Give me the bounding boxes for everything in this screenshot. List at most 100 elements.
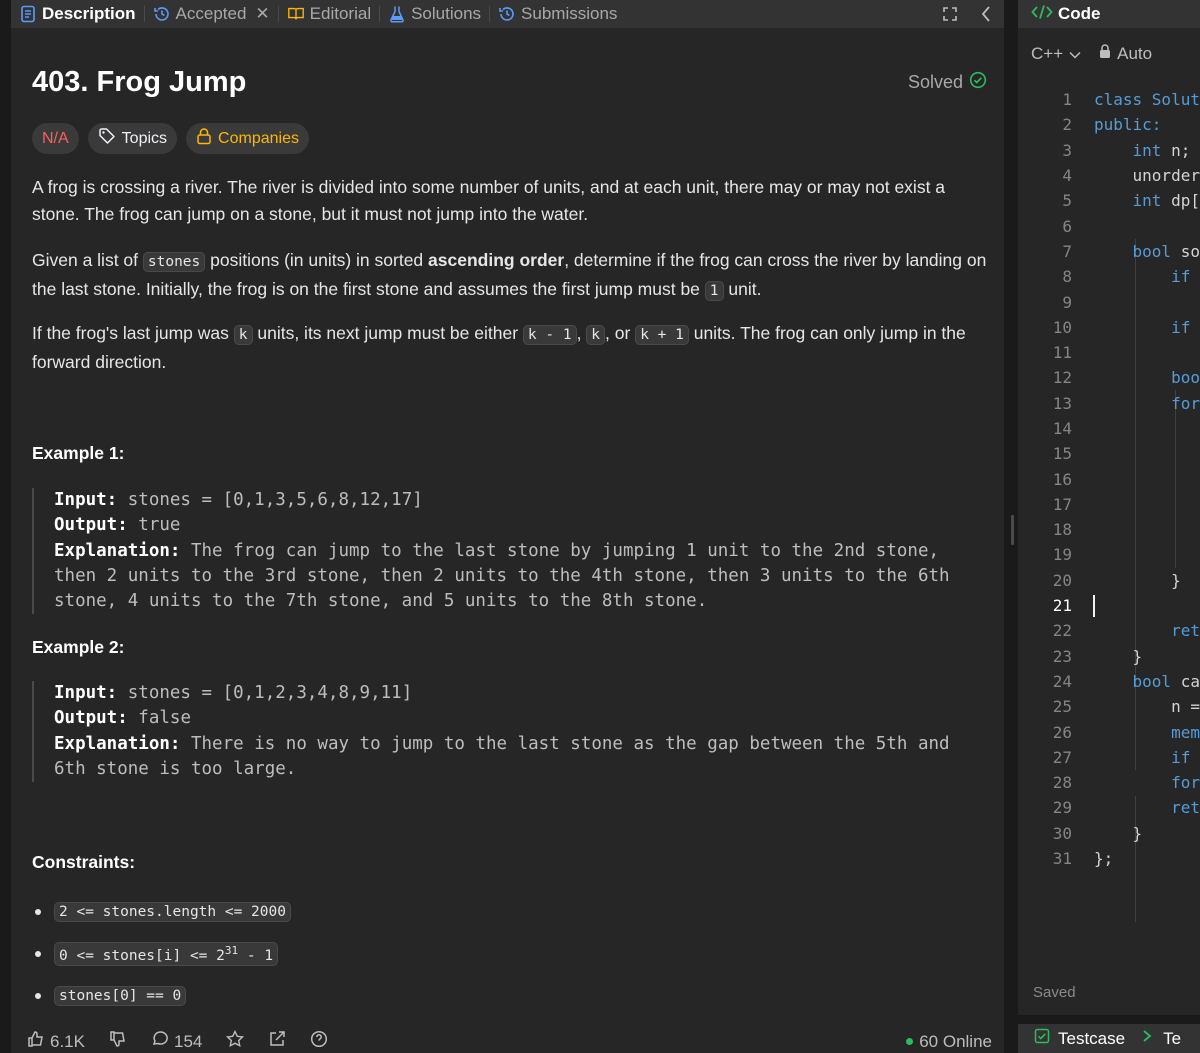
code-text: int dp[ [1132, 191, 1200, 211]
code-line[interactable]: 8 if [1018, 264, 1200, 289]
explanation-text: 6th stone is too large. [54, 758, 297, 779]
code-icon [1031, 4, 1053, 25]
like-button[interactable]: 6.1K [27, 1030, 85, 1053]
companies-chip[interactable]: Companies [186, 123, 309, 154]
inline-code: stones [142, 252, 206, 272]
line-number: 8 [1062, 267, 1072, 287]
auto-mode[interactable]: Auto [1099, 44, 1152, 64]
code-line[interactable]: 2 public: [1018, 112, 1200, 137]
companies-label: Companies [218, 129, 299, 147]
tab-accepted[interactable]: Accepted ✕ [145, 0, 278, 28]
code-line[interactable]: 14 [1018, 416, 1200, 441]
code-line[interactable]: 11 [1018, 340, 1200, 365]
code-line[interactable]: 29 ret [1018, 795, 1200, 820]
code-line[interactable]: 5 int dp[ [1018, 188, 1200, 213]
code-line[interactable]: 1 class Solut [1018, 87, 1200, 112]
tab-solutions[interactable]: Solutions [380, 0, 489, 28]
code-line[interactable]: 27 if [1018, 745, 1200, 770]
tab-bar: Description Accepted ✕ Editorial Solutio… [11, 0, 1004, 28]
code-text: } [1094, 646, 1143, 666]
difficulty-badge: N/A [32, 123, 79, 154]
code-line[interactable]: 24 bool ca [1018, 669, 1200, 694]
code-line[interactable]: 16 [1018, 466, 1200, 491]
test-result-tab[interactable]: Te [1163, 1029, 1181, 1049]
code-text: if [1171, 747, 1191, 767]
line-number: 12 [1052, 368, 1072, 388]
output-value: false [127, 708, 191, 729]
star-icon[interactable] [226, 1029, 245, 1053]
line-number: 4 [1062, 166, 1072, 186]
panel-resize-handle[interactable] [1011, 515, 1014, 545]
maximize-icon[interactable] [942, 6, 958, 22]
line-number: 16 [1052, 469, 1072, 489]
description-paragraph-1: A frog is crossing a river. The river is… [32, 177, 946, 224]
code-text: } [1094, 570, 1181, 590]
book-icon [287, 5, 305, 23]
code-panel-header: Code [1018, 0, 1200, 28]
code-line[interactable]: 3 int n; [1018, 138, 1200, 163]
line-number: 10 [1052, 317, 1072, 337]
tag-icon [98, 127, 116, 150]
code-line[interactable]: 30 } [1018, 821, 1200, 846]
code-line[interactable]: 28 for [1018, 770, 1200, 795]
input-label: Input: [54, 490, 118, 510]
testcase-tab[interactable]: Testcase [1058, 1029, 1125, 1049]
online-indicator: 60 Online [906, 1032, 1004, 1052]
language-select[interactable]: C++ [1031, 44, 1081, 64]
help-icon[interactable] [310, 1030, 328, 1053]
tab-submissions[interactable]: Submissions [490, 0, 625, 28]
code-text: unorder [1094, 166, 1200, 186]
line-number: 31 [1052, 849, 1072, 869]
input-label: Input: [54, 683, 118, 703]
problem-chips: N/A Topics Companies [32, 123, 309, 154]
code-editor[interactable]: 1 class Solut 2 public: 3 int n; 4 unorder 5 i… [1018, 87, 1200, 922]
close-icon[interactable]: ✕ [255, 4, 269, 24]
line-number: 28 [1052, 773, 1072, 793]
code-line[interactable]: 6 [1018, 213, 1200, 238]
tab-description[interactable]: Description [11, 0, 144, 28]
text: Given a list of [32, 250, 143, 270]
example-explanation-line: Explanation: There is no way to jump to … [54, 732, 987, 757]
code-line[interactable]: 26 mem [1018, 719, 1200, 744]
topics-chip[interactable]: Topics [87, 123, 178, 154]
thumbs-down-icon[interactable] [109, 1030, 127, 1053]
line-number: 5 [1062, 191, 1072, 211]
text: , or [605, 323, 636, 343]
tab-editorial[interactable]: Editorial [279, 0, 379, 28]
line-number: 30 [1052, 823, 1072, 843]
terminal-icon [1141, 1028, 1155, 1049]
output-label: Output: [54, 708, 128, 729]
comment-icon [151, 1030, 169, 1053]
code-line[interactable]: 15 [1018, 441, 1200, 466]
code-text: ret [1171, 621, 1200, 641]
code-line[interactable]: 18 [1018, 517, 1200, 542]
explanation-label: Explanation: [54, 733, 181, 754]
code-text: class Solut [1094, 90, 1200, 110]
code-line[interactable]: 21 [1018, 593, 1200, 618]
constraint-item: 0 <= stones[i] <= 231 - 1 [32, 933, 291, 975]
collapse-left-icon[interactable] [980, 5, 992, 23]
line-number: 26 [1052, 722, 1072, 742]
code-line[interactable]: 4 unorder [1018, 163, 1200, 188]
problem-title[interactable]: 403. Frog Jump [32, 66, 246, 99]
share-icon[interactable] [268, 1030, 286, 1053]
line-number: 24 [1052, 671, 1072, 691]
text-cursor [1093, 594, 1095, 617]
code-line[interactable]: 31}; [1018, 846, 1200, 871]
code-line[interactable]: 12 boo [1018, 365, 1200, 390]
code-line[interactable]: 23 } [1018, 644, 1200, 669]
code-line[interactable]: 9 [1018, 289, 1200, 314]
code-text: for [1171, 773, 1200, 793]
code-line[interactable]: 13 for [1018, 391, 1200, 416]
code-line[interactable]: 17 [1018, 492, 1200, 517]
code-line[interactable]: 19 [1018, 542, 1200, 567]
code-panel-title: Code [1058, 4, 1101, 23]
code-line[interactable]: 7 bool so [1018, 239, 1200, 264]
text: unit. [723, 279, 762, 299]
code-line[interactable]: 25 n = [1018, 694, 1200, 719]
comments-button[interactable]: 154 [151, 1030, 202, 1053]
code-text: bool so [1132, 241, 1200, 261]
code-line[interactable]: 10 if [1018, 315, 1200, 340]
code-line[interactable]: 22 ret [1018, 618, 1200, 643]
code-line[interactable]: 20 } [1018, 568, 1200, 593]
